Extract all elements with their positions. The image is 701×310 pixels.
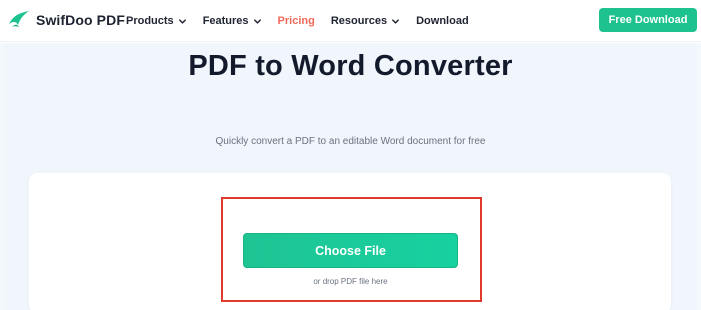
nav-item-pricing[interactable]: Pricing [278,15,315,27]
nav-item-features[interactable]: Features [203,15,262,27]
page-subtitle: Quickly convert a PDF to an editable Wor… [215,136,486,147]
logo[interactable]: SwifDoo PDF [8,9,125,31]
choose-file-button[interactable]: Choose File [243,233,458,268]
nav-item-resources[interactable]: Resources [331,15,400,27]
page-title: PDF to Word Converter [188,50,513,82]
drop-hint-text: or drop PDF file here [313,277,388,286]
nav-label: Pricing [277,15,315,27]
nav-item-download[interactable]: Download [416,15,469,27]
top-navbar: SwifDoo PDF Products Features Pricing Re… [0,0,701,42]
nav-label: Features [202,15,249,27]
nav-label: Resources [330,15,388,27]
nav-label: Download [416,15,469,27]
brand-name: SwifDoo PDF [36,12,125,28]
chevron-down-icon [253,18,261,24]
chevron-down-icon [392,18,400,24]
chevron-down-icon [178,18,186,24]
nav-item-products[interactable]: Products [126,15,187,27]
main-nav: Products Features Pricing Resources Down… [126,12,485,30]
swifdoo-logo-icon [8,10,30,30]
nav-label: Products [126,15,174,27]
free-download-button[interactable]: Free Download [599,8,697,32]
